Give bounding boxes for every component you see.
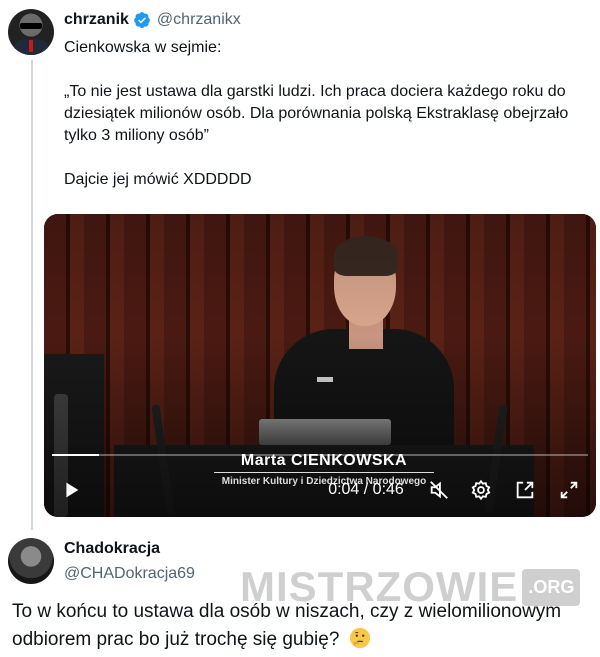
tweet-text: Cienkowska w sejmie: „To nie jest ustawa…: [64, 39, 569, 188]
thread-line: [31, 60, 33, 530]
play-icon[interactable]: [60, 477, 82, 503]
settings-icon[interactable]: [468, 477, 494, 503]
author-name[interactable]: chrzanik: [64, 11, 129, 29]
progress-fill: [52, 454, 99, 456]
reply-author-name[interactable]: Chadokracja: [64, 539, 195, 559]
verified-badge-icon: [134, 12, 150, 29]
tweet-header: chrzanik @chrzanikx: [64, 9, 241, 31]
mute-icon[interactable]: [426, 477, 452, 503]
reply-author-handle[interactable]: @CHADokracja69: [64, 563, 195, 585]
reply-avatar[interactable]: [8, 538, 54, 584]
caption-divider: [214, 472, 434, 473]
avatar[interactable]: [8, 9, 54, 55]
reply-text: To w końcu to ustawa dla osób w niszach,…: [12, 601, 562, 650]
thinking-face-icon: [349, 627, 370, 649]
video-player[interactable]: Marta CIENKOWSKA Minister Kultury i Dzie…: [44, 214, 596, 517]
avatar-tie: [29, 40, 33, 52]
reply-header: Chadokracja @CHADokracja69: [64, 539, 195, 585]
pip-icon[interactable]: [512, 477, 538, 503]
avatar-glasses: [20, 23, 42, 29]
reply-text-block: To w końcu to ustawa dla osób w niszach,…: [12, 598, 592, 654]
fullscreen-icon[interactable]: [556, 477, 582, 503]
progress-bar[interactable]: [52, 454, 588, 456]
video-time: 0:04 / 0:46: [328, 481, 404, 498]
author-handle[interactable]: @chrzanikx: [157, 11, 241, 29]
